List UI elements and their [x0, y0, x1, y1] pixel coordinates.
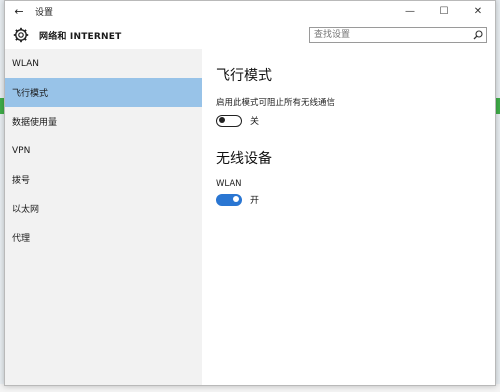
- sidebar-item-data-usage[interactable]: 数据使用量: [5, 107, 202, 136]
- title-bar: ← 设置 — ☐ ✕: [5, 1, 495, 21]
- sidebar-item-proxy[interactable]: 代理: [5, 223, 202, 252]
- maximize-button[interactable]: ☐: [427, 6, 461, 17]
- sidebar: WLAN 飞行模式 数据使用量 VPN 拨号 以太网 代理: [5, 49, 202, 385]
- settings-window: ← 设置 — ☐ ✕ 网络和 INTERNET 查找设置 WLAN 飞行模式 数…: [4, 0, 496, 386]
- wlan-toggle-label: 开: [250, 196, 260, 206]
- airplane-mode-description: 启用此模式可阻止所有无线通信: [216, 98, 336, 108]
- back-button[interactable]: ←: [5, 5, 33, 18]
- airplane-mode-toggle-label: 关: [250, 117, 260, 127]
- main-content: 飞行模式 启用此模式可阻止所有无线通信 关 无线设备 WLAN 开: [202, 49, 495, 385]
- wireless-devices-title: 无线设备: [216, 151, 272, 167]
- wlan-device-label: WLAN: [216, 179, 242, 189]
- close-button[interactable]: ✕: [461, 6, 495, 17]
- sidebar-item-vpn[interactable]: VPN: [5, 136, 202, 165]
- sidebar-item-airplane-mode[interactable]: 飞行模式: [5, 78, 202, 107]
- window-title: 设置: [35, 7, 54, 18]
- airplane-mode-title: 飞行模式: [216, 68, 272, 84]
- toggle-knob: [219, 117, 225, 123]
- wlan-toggle[interactable]: [216, 193, 242, 206]
- sidebar-item-wlan[interactable]: WLAN: [5, 49, 202, 78]
- window-controls: — ☐ ✕: [393, 6, 495, 17]
- page-header: 网络和 INTERNET: [5, 21, 495, 49]
- back-arrow-icon: ←: [14, 4, 24, 18]
- desktop-background-strip: [496, 98, 500, 114]
- page-title: 网络和 INTERNET: [39, 31, 122, 42]
- airplane-mode-toggle[interactable]: [216, 114, 242, 127]
- search-input[interactable]: [310, 28, 470, 42]
- minimize-button[interactable]: —: [393, 6, 427, 17]
- wlan-toggle-row: 开: [216, 193, 495, 206]
- sidebar-item-dial-up[interactable]: 拨号: [5, 165, 202, 194]
- search-icon[interactable]: [470, 30, 486, 40]
- airplane-mode-toggle-row: 关: [216, 114, 495, 127]
- search-box[interactable]: [309, 27, 487, 43]
- sidebar-item-ethernet[interactable]: 以太网: [5, 194, 202, 223]
- toggle-knob: [233, 196, 239, 202]
- gear-icon: [11, 25, 31, 45]
